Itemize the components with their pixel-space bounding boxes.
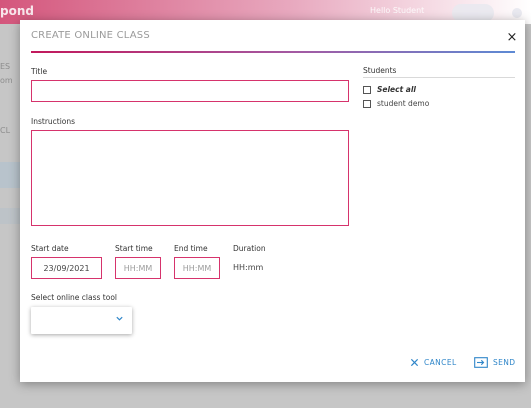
students-divider bbox=[363, 77, 515, 78]
background-sidebar-item bbox=[0, 162, 20, 188]
dialog-title: CREATE ONLINE CLASS bbox=[31, 30, 150, 41]
title-label: Title bbox=[31, 67, 48, 76]
background-user-label: Hello Student bbox=[370, 6, 425, 15]
online-class-tool-select[interactable] bbox=[31, 307, 132, 334]
tool-label: Select online class tool bbox=[31, 293, 117, 302]
close-button[interactable]: × bbox=[506, 30, 518, 45]
close-icon: × bbox=[506, 30, 518, 45]
send-button[interactable]: SEND bbox=[474, 357, 516, 368]
checkbox-label: Select all bbox=[377, 85, 416, 94]
background-text: CL bbox=[0, 126, 11, 135]
start-time-label: Start time bbox=[115, 244, 153, 253]
background-brand: pond bbox=[0, 4, 34, 18]
instructions-label: Instructions bbox=[31, 117, 76, 126]
start-date-field[interactable]: 23/09/2021 bbox=[31, 257, 102, 279]
instructions-textarea[interactable] bbox=[31, 130, 349, 226]
duration-value: HH:mm bbox=[233, 263, 264, 272]
student-checkbox[interactable]: student demo bbox=[363, 99, 429, 108]
create-online-class-dialog: CREATE ONLINE CLASS × Title Instructions… bbox=[20, 20, 525, 382]
checkbox-box[interactable] bbox=[363, 99, 371, 108]
background-sidebar-item bbox=[0, 208, 20, 224]
start-time-field[interactable]: HH:MM bbox=[115, 257, 161, 279]
select-all-checkbox[interactable]: Select all bbox=[363, 85, 416, 94]
send-icon bbox=[474, 357, 488, 368]
checkbox-box[interactable] bbox=[363, 85, 371, 94]
title-divider bbox=[31, 51, 515, 53]
end-time-label: End time bbox=[174, 244, 208, 253]
cancel-button[interactable]: CANCEL bbox=[410, 358, 457, 367]
background-text: ES bbox=[0, 62, 11, 71]
students-title: Students bbox=[363, 66, 397, 75]
title-input[interactable] bbox=[31, 80, 349, 102]
start-date-label: Start date bbox=[31, 244, 69, 253]
x-icon bbox=[410, 358, 419, 367]
checkbox-label: student demo bbox=[377, 99, 430, 108]
end-time-field[interactable]: HH:MM bbox=[174, 257, 220, 279]
send-label: SEND bbox=[493, 358, 516, 367]
cancel-label: CANCEL bbox=[424, 358, 457, 367]
background-menu-icon bbox=[512, 8, 522, 18]
chevron-down-icon bbox=[116, 316, 123, 321]
duration-label: Duration bbox=[233, 244, 266, 253]
background-text: om bbox=[0, 76, 13, 85]
